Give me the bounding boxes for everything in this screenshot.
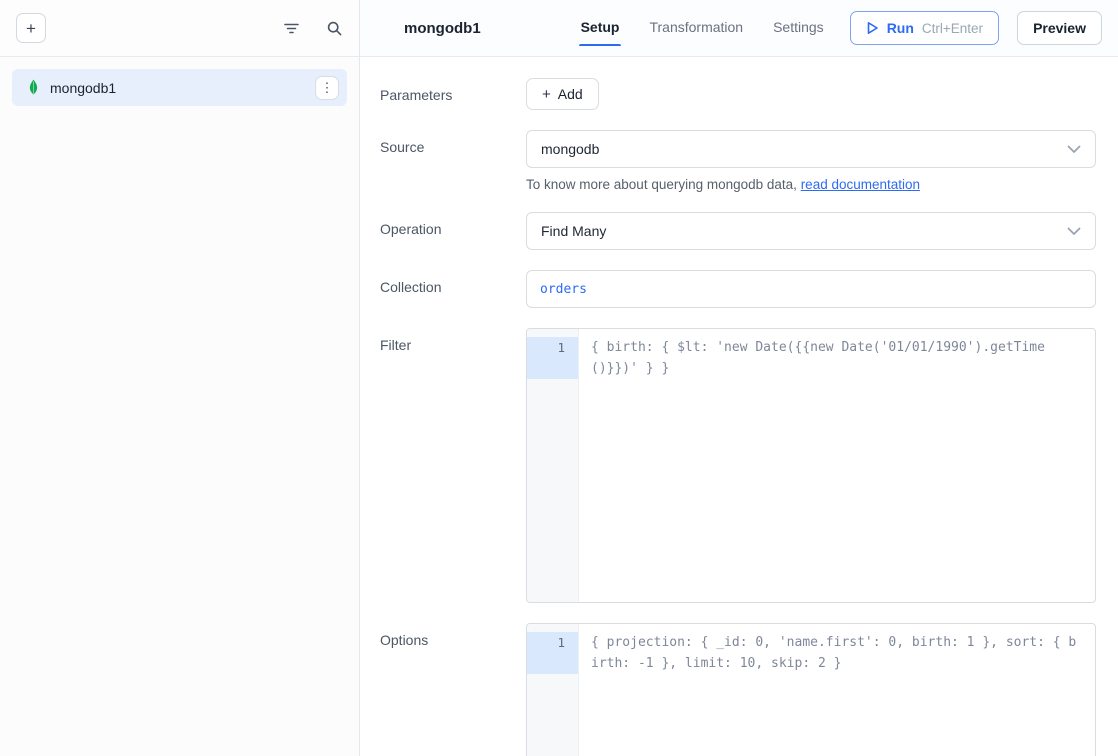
parameters-row: Parameters + Add (380, 78, 1096, 110)
operation-row: Operation Find Many (380, 212, 1096, 250)
kebab-icon: ⋮ (321, 81, 334, 94)
preview-button-label: Preview (1033, 20, 1086, 36)
query-title: mongodb1 (404, 20, 481, 37)
filter-row: Filter 1 { birth: { $lt: 'new Date({{new… (380, 328, 1096, 603)
filter-editor-gutter: 1 (527, 329, 579, 602)
query-editor-main: mongodb1 Setup Transformation Settings R… (360, 0, 1118, 756)
sidebar-toolbar: + (0, 0, 359, 57)
source-select-value: mongodb (541, 141, 599, 157)
preview-button[interactable]: Preview (1017, 11, 1102, 45)
search-icon[interactable] (326, 20, 343, 37)
line-number: 1 (527, 337, 578, 379)
editor-tabs: Setup Transformation Settings (579, 10, 826, 46)
read-documentation-link[interactable]: read documentation (801, 177, 920, 192)
filter-code-editor[interactable]: 1 { birth: { $lt: 'new Date({{new Date('… (526, 328, 1096, 603)
chevron-down-icon (1067, 145, 1081, 154)
filter-label: Filter (380, 328, 526, 603)
list-item-label: mongodb1 (50, 80, 116, 96)
options-row: Options 1 { projection: { _id: 0, 'name.… (380, 623, 1096, 756)
operation-select[interactable]: Find Many (526, 212, 1096, 250)
tab-setup[interactable]: Setup (579, 10, 622, 46)
tab-settings[interactable]: Settings (771, 10, 826, 46)
app-window: + (0, 0, 1118, 756)
source-row: Source mongodb To know more about queryi… (380, 130, 1096, 192)
chevron-down-icon (1067, 227, 1081, 236)
parameters-label: Parameters (380, 78, 526, 110)
collection-label: Collection (380, 270, 526, 308)
run-button-label: Run (887, 20, 914, 36)
add-parameter-label: Add (558, 86, 583, 102)
add-parameter-button[interactable]: + Add (526, 78, 599, 110)
list-item-mongodb1[interactable]: mongodb1 ⋮ (12, 69, 347, 106)
operation-label: Operation (380, 212, 526, 250)
collection-input[interactable]: orders (526, 270, 1096, 308)
operation-select-value: Find Many (541, 223, 606, 239)
options-editor-gutter: 1 (527, 624, 579, 756)
filter-icon[interactable] (283, 20, 300, 37)
tab-transformation[interactable]: Transformation (647, 10, 745, 46)
collection-row: Collection orders (380, 270, 1096, 308)
source-helper-text: To know more about querying mongodb data… (526, 177, 1096, 192)
collection-input-value: orders (540, 282, 587, 297)
run-shortcut-hint: Ctrl+Enter (922, 21, 983, 36)
plus-icon: + (26, 20, 36, 37)
mongodb-leaf-icon (26, 79, 41, 96)
filter-code-content[interactable]: { birth: { $lt: 'new Date({{new Date('01… (579, 329, 1095, 602)
source-select[interactable]: mongodb (526, 130, 1096, 168)
query-list: mongodb1 ⋮ (0, 57, 359, 118)
play-icon (866, 21, 879, 35)
options-code-content[interactable]: { projection: { _id: 0, 'name.first': 0,… (579, 624, 1095, 756)
query-form: Parameters + Add Source mongodb (360, 57, 1118, 756)
options-code-editor[interactable]: 1 { projection: { _id: 0, 'name.first': … (526, 623, 1096, 756)
new-query-button[interactable]: + (16, 13, 46, 43)
options-label: Options (380, 623, 526, 756)
query-sidebar: + (0, 0, 360, 756)
run-button[interactable]: Run Ctrl+Enter (850, 11, 999, 45)
line-number: 1 (527, 632, 578, 674)
item-context-menu-button[interactable]: ⋮ (315, 76, 339, 100)
plus-icon: + (542, 86, 551, 103)
source-label: Source (380, 130, 526, 192)
source-helper-prefix: To know more about querying mongodb data… (526, 177, 801, 192)
query-header: mongodb1 Setup Transformation Settings R… (360, 0, 1118, 57)
